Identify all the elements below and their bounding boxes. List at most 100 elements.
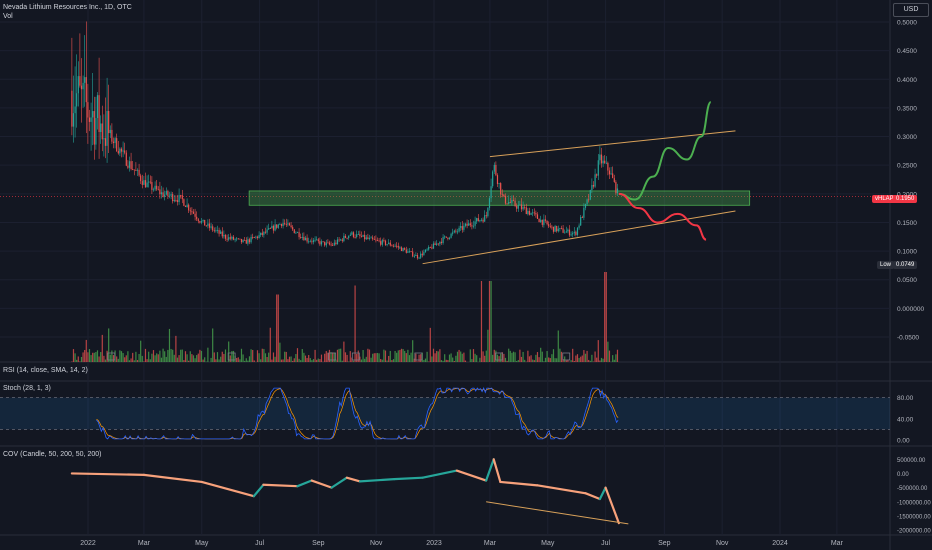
- volume-legend[interactable]: Vol: [3, 13, 13, 20]
- candle-body: [415, 254, 417, 257]
- candle-body: [170, 194, 172, 196]
- candle-body: [570, 234, 572, 236]
- candle-body: [384, 240, 387, 245]
- candle-body: [399, 247, 401, 249]
- volume-bar: [298, 358, 300, 362]
- candle-body: [181, 195, 183, 200]
- volume-bar: [583, 350, 585, 362]
- volume-bar: [248, 356, 251, 362]
- candle-body: [452, 232, 454, 234]
- volume-bar: [175, 335, 177, 362]
- candle-body: [330, 244, 332, 246]
- candle-body: [157, 189, 159, 191]
- candle-body: [538, 218, 540, 223]
- volume-bar: [394, 350, 396, 362]
- candle-body: [444, 236, 446, 238]
- volume-bar: [431, 356, 433, 362]
- candle-body: [591, 185, 593, 191]
- volume-bar: [290, 356, 292, 362]
- cov-legend[interactable]: COV (Candle, 50, 200, 50, 200): [3, 451, 101, 458]
- volume-bar: [530, 355, 532, 362]
- volume-bar: [256, 350, 259, 362]
- volume-bar: [207, 347, 209, 362]
- candle-body: [176, 200, 179, 203]
- volume-bar: [444, 354, 446, 362]
- candle-body: [229, 237, 231, 239]
- candle-body: [248, 239, 251, 243]
- volume-bar: [136, 360, 139, 362]
- candle-body: [101, 123, 103, 140]
- volume-bar: [317, 358, 319, 362]
- candle-body: [221, 231, 223, 237]
- volume-bar: [436, 350, 438, 362]
- candle-body: [557, 228, 559, 232]
- candle-body: [255, 236, 257, 238]
- candle-body: [308, 241, 310, 243]
- candle-body: [405, 249, 407, 253]
- volume-bar: [212, 328, 214, 362]
- time-axis-label: 2024: [772, 540, 788, 547]
- candle-body: [381, 240, 383, 245]
- volume-bar: [213, 352, 215, 362]
- volume-bar: [564, 356, 566, 362]
- volume-bar: [308, 355, 310, 362]
- candle-body: [266, 229, 268, 233]
- volume-bar: [490, 281, 492, 362]
- volume-bar: [544, 357, 547, 362]
- candle-body: [183, 199, 185, 206]
- candle-body: [461, 226, 463, 230]
- volume-bar: [170, 348, 172, 362]
- volume-bar: [120, 351, 123, 362]
- price-axis-label: 0.5000: [897, 20, 917, 27]
- volume-bar: [368, 349, 371, 362]
- candle-body: [527, 210, 529, 215]
- candle-body: [160, 192, 163, 195]
- candle-body: [175, 200, 177, 201]
- candle-body: [88, 117, 91, 122]
- cov-axis-label: 0.00: [897, 472, 909, 478]
- volume-bar: [311, 360, 313, 362]
- volume-bar: [338, 348, 340, 362]
- candle-body: [488, 198, 491, 208]
- candle-body: [396, 245, 398, 247]
- volume-bar: [127, 351, 129, 362]
- candle-body: [205, 225, 207, 227]
- volume-bar: [80, 356, 83, 362]
- volume-bar: [546, 351, 548, 362]
- candle-body: [336, 239, 339, 245]
- symbol-legend[interactable]: Nevada Lithium Resources Inc., 1D, OTC: [3, 4, 132, 11]
- candle-body: [80, 85, 83, 90]
- candle-body: [112, 141, 115, 143]
- candle-body: [498, 183, 500, 184]
- candle-body: [480, 219, 483, 221]
- volume-bar: [276, 294, 278, 362]
- volume-bar: [407, 349, 409, 362]
- candle-body: [559, 228, 561, 229]
- volume-bar: [172, 349, 174, 362]
- candle-body: [84, 77, 86, 83]
- low-value-tag: 0.0749: [893, 261, 918, 269]
- candle-body: [546, 220, 548, 225]
- candle-body: [464, 223, 467, 226]
- candle-body: [141, 181, 143, 185]
- rsi-legend[interactable]: RSI (14, close, SMA, 14, 2): [3, 367, 88, 374]
- candle-body: [428, 246, 430, 250]
- candle-body: [612, 173, 614, 179]
- time-axis-label: Mar: [831, 540, 844, 547]
- candle-body: [616, 188, 619, 194]
- candle-body: [436, 243, 438, 245]
- candle-body: [282, 223, 284, 227]
- volume-bar: [536, 352, 539, 362]
- volume-bar: [279, 342, 281, 362]
- candle-body: [108, 111, 110, 134]
- volume-bar: [304, 355, 307, 362]
- candle-body: [533, 212, 535, 214]
- stoch-legend[interactable]: Stoch (28, 1, 3): [3, 385, 51, 392]
- volume-bar: [557, 330, 559, 362]
- volume-bar: [386, 360, 388, 362]
- currency-button[interactable]: USD: [893, 3, 929, 17]
- volume-bar: [149, 359, 151, 362]
- volume-bar: [157, 354, 159, 362]
- trading-chart[interactable]: 2022 Mar May Jul Sep Nov 2023 Mar May Jul Sep Nov 20…: [0, 0, 932, 550]
- candle-body: [237, 238, 239, 240]
